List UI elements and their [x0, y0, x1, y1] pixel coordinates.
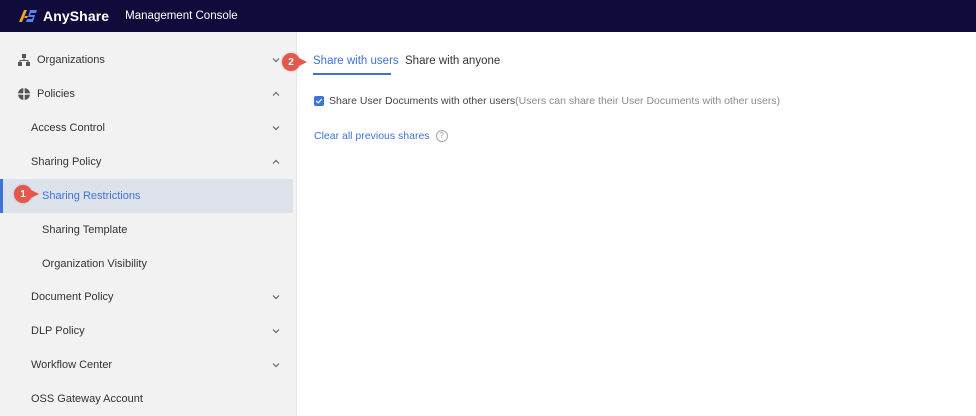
- tab-share-with-users[interactable]: Share with users: [313, 55, 399, 67]
- chevron-down-icon: [272, 126, 280, 131]
- console-title: Management Console: [125, 10, 238, 22]
- sidebar-item-document-policy[interactable]: Document Policy: [0, 280, 293, 314]
- active-indicator: [0, 179, 3, 213]
- sidebar-item-label: Document Policy: [31, 291, 114, 303]
- checkmark-icon: [315, 98, 323, 104]
- marker-pointer-icon: [297, 57, 307, 67]
- chevron-down-icon: [272, 363, 280, 368]
- annotation-marker-2: 2: [282, 53, 307, 71]
- sidebar-item-label: Workflow Center: [31, 359, 113, 371]
- sidebar-item-label: Organization Visibility: [42, 258, 147, 270]
- sidebar-item-label: OSS Gateway Account: [31, 393, 143, 405]
- marker-pointer-icon: [29, 189, 39, 199]
- sidebar-item-label: Access Control: [31, 122, 105, 134]
- sidebar-item-label: Sharing Policy: [31, 156, 102, 168]
- clear-all-shares-link[interactable]: Clear all previous shares: [314, 130, 430, 142]
- sidebar-item-label: DLP Policy: [31, 325, 85, 337]
- chevron-down-icon: [272, 295, 280, 300]
- sidebar-item-label: Organizations: [37, 54, 105, 66]
- shield-icon: [18, 88, 30, 100]
- sidebar-item-workflow-center[interactable]: Workflow Center: [0, 348, 293, 382]
- main-content: Share with users Share with anyone Share…: [298, 32, 976, 416]
- active-tab-underline: [313, 73, 391, 75]
- chevron-down-icon: [272, 329, 280, 334]
- chevron-up-icon: [272, 91, 280, 96]
- sidebar-item-organization-visibility[interactable]: Organization Visibility: [0, 247, 293, 281]
- sidebar-item-sharing-template[interactable]: Sharing Template: [0, 213, 293, 247]
- sidebar: Organizations Policies Access Control Sh…: [0, 32, 297, 416]
- share-user-documents-checkbox[interactable]: [314, 96, 324, 106]
- sidebar-item-access-control[interactable]: Access Control: [0, 111, 293, 145]
- sidebar-item-organizations[interactable]: Organizations: [0, 43, 293, 77]
- sidebar-item-label: Policies: [37, 88, 75, 100]
- sidebar-item-dlp-policy[interactable]: DLP Policy: [0, 314, 293, 348]
- share-user-documents-option: Share User Documents with other users (U…: [314, 95, 780, 107]
- anyshare-logo[interactable]: AnyShare: [18, 8, 109, 24]
- chevron-up-icon: [272, 159, 280, 164]
- anyshare-logo-icon: [19, 10, 37, 22]
- option-hint: (Users can share their User Documents wi…: [515, 95, 781, 107]
- sidebar-item-sharing-restrictions[interactable]: Sharing Restrictions: [0, 179, 293, 213]
- org-chart-icon: [18, 54, 30, 66]
- clear-shares-row: Clear all previous shares ?: [314, 130, 448, 142]
- sidebar-item-label: Sharing Template: [42, 224, 128, 236]
- top-bar: AnyShare Management Console: [0, 0, 976, 32]
- sidebar-item-sharing-policy[interactable]: Sharing Policy: [0, 145, 293, 179]
- annotation-marker-1: 1: [14, 185, 39, 203]
- sidebar-item-policies[interactable]: Policies: [0, 77, 293, 111]
- chevron-down-icon: [272, 58, 280, 63]
- help-icon[interactable]: ?: [435, 130, 448, 142]
- tab-share-with-anyone[interactable]: Share with anyone: [405, 55, 500, 67]
- brand-name: AnyShare: [43, 8, 110, 24]
- sidebar-item-label: Sharing Restrictions: [42, 190, 141, 202]
- sidebar-item-oss-gateway-account[interactable]: OSS Gateway Account: [0, 382, 293, 416]
- option-label: Share User Documents with other users: [329, 95, 516, 107]
